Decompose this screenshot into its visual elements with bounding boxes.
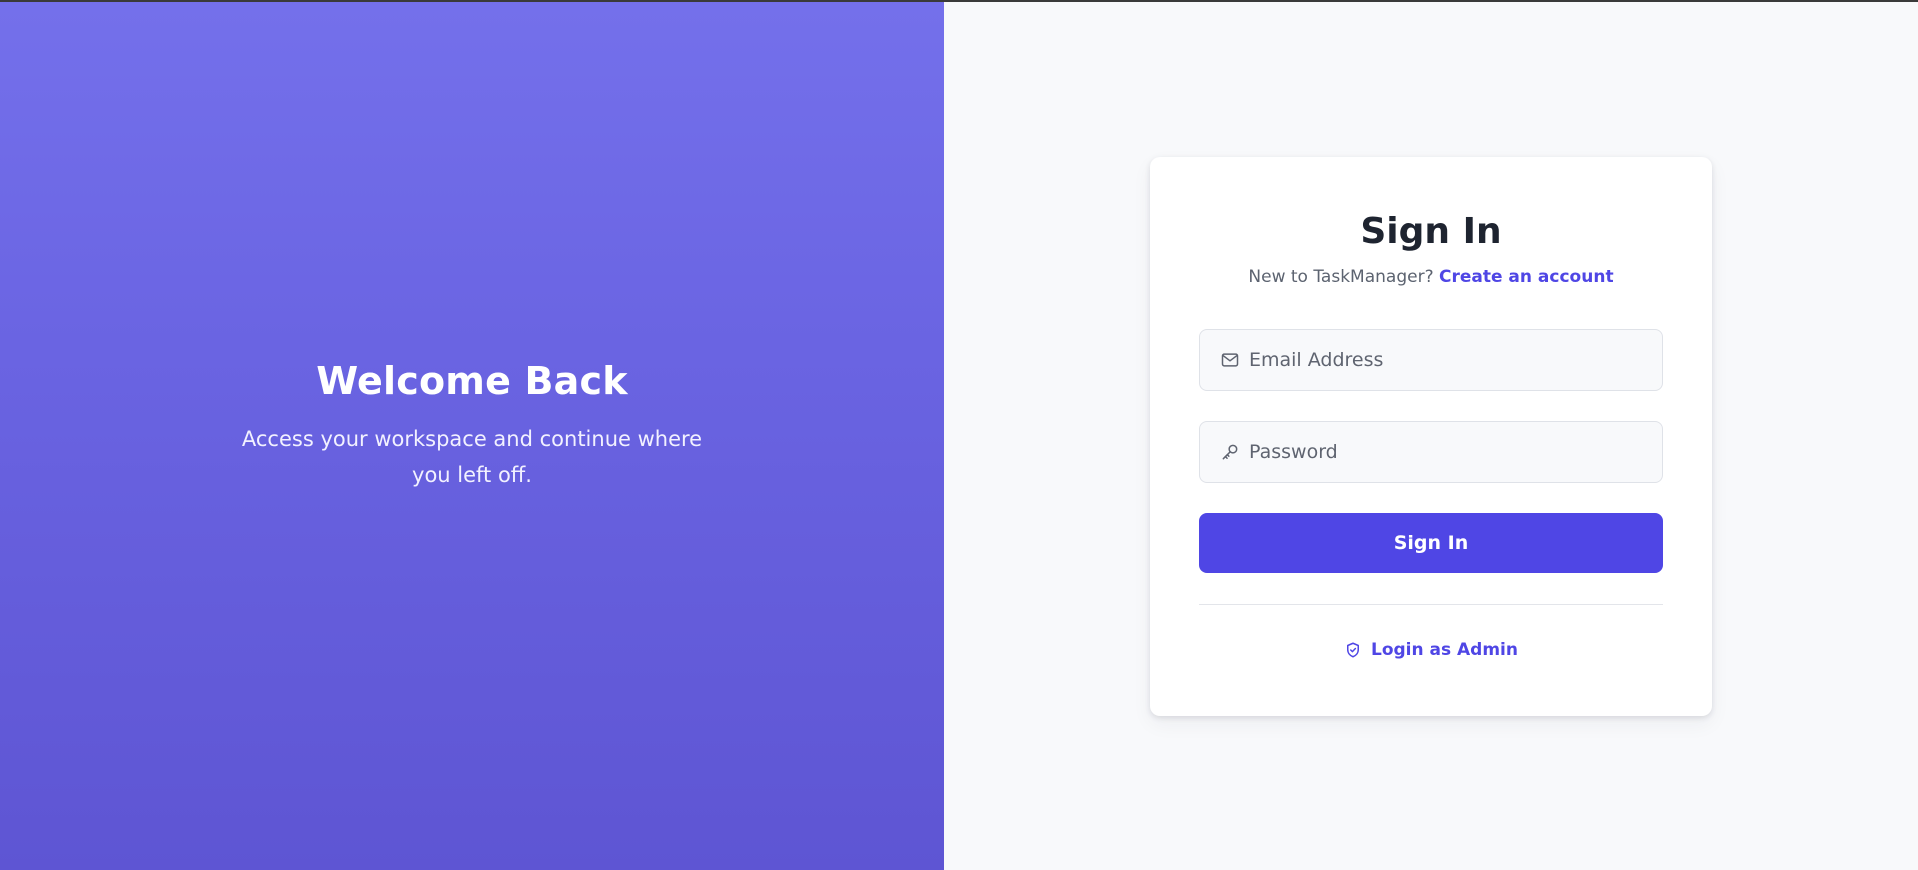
hero-subtitle: Access your workspace and continue where… — [241, 427, 703, 487]
divider — [1199, 604, 1663, 605]
admin-login-label: Login as Admin — [1370, 640, 1518, 660]
hero-content: Welcome Back Access your workspace and c… — [0, 359, 944, 493]
signin-title: Sign In — [1360, 211, 1502, 252]
auth-panel: Sign In New to TaskManager? Create an ac… — [944, 2, 1918, 870]
signup-prompt: New to TaskManager? Create an account — [1150, 267, 1712, 287]
password-field[interactable] — [1199, 421, 1663, 483]
signin-card: Sign In New to TaskManager? Create an ac… — [1150, 157, 1712, 716]
shield-icon — [1344, 641, 1362, 659]
signin-button[interactable]: Sign In — [1199, 513, 1663, 573]
email-input[interactable] — [1249, 349, 1649, 371]
hero-panel: Welcome Back Access your workspace and c… — [0, 2, 944, 870]
admin-login-link[interactable]: Login as Admin — [1150, 640, 1712, 660]
create-account-link[interactable]: Create an account — [1439, 267, 1614, 287]
hero-title: Welcome Back — [316, 359, 628, 403]
mail-icon — [1219, 349, 1241, 371]
email-field[interactable] — [1199, 329, 1663, 391]
signup-prompt-text: New to TaskManager? — [1248, 267, 1434, 287]
password-input[interactable] — [1249, 441, 1649, 463]
key-icon — [1219, 441, 1241, 463]
